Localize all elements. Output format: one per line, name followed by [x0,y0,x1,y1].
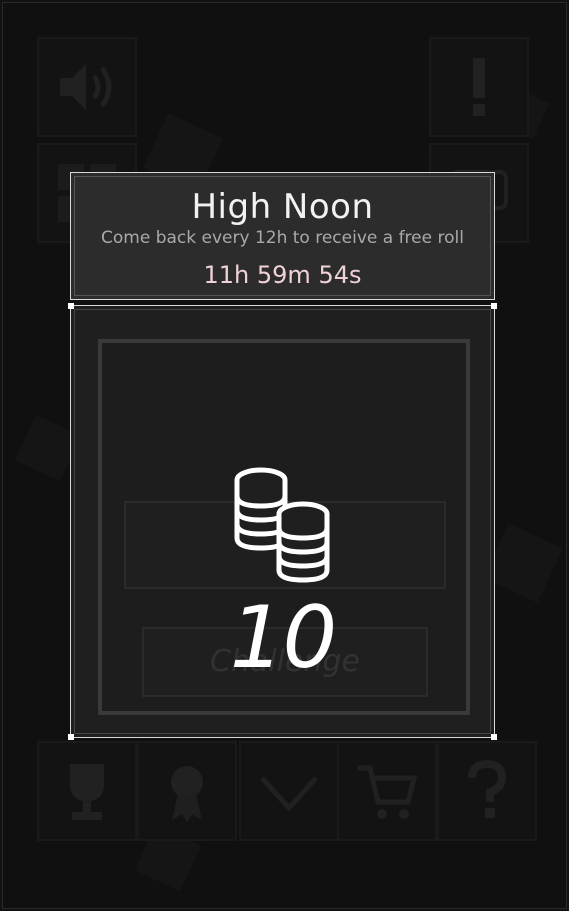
modal-subtitle: Come back every 12h to receive a free ro… [101,228,464,248]
coins-icon [234,467,330,583]
reward-panel[interactable]: Challenge 10 [68,303,497,740]
daily-reward-header: High Noon Come back every 12h to receive… [70,172,495,300]
panel-corner [491,303,497,309]
panel-corner [68,303,74,309]
panel-corner [491,734,497,740]
countdown-timer: 11h 59m 54s [203,261,362,289]
panel-corner [68,734,74,740]
modal-title: High Noon [191,187,374,227]
reward-amount: 10 [229,588,337,688]
